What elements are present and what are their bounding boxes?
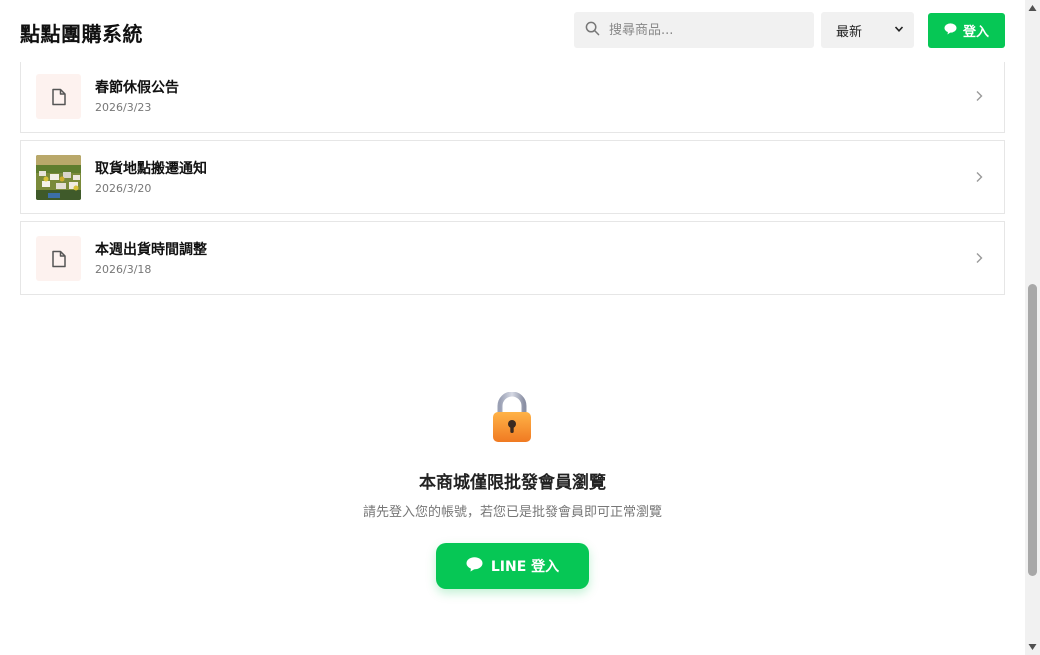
login-button-label: 登入 [962,25,989,40]
line-login-button[interactable]: LINE 登入 [436,543,589,589]
login-button[interactable]: 登入 [928,13,1005,48]
chevron-right-icon [976,172,983,182]
announcement-title: 春節休假公告 [95,80,179,96]
search-box[interactable] [574,12,814,48]
announcement-item[interactable]: 本週出貨時間調整 2026/3/18 [20,221,1005,295]
announcement-date: 2026/3/20 [95,182,152,195]
photo-thumbnail [36,155,81,200]
chevron-right-icon [976,91,983,101]
document-icon [36,74,81,119]
chevron-down-icon [894,23,904,38]
locked-subtitle: 請先登入您的帳號，若您已是批發會員即可正常瀏覽 [362,505,662,520]
announcement-item[interactable]: 春節休假公告 2026/3/23 [20,59,1005,133]
announcement-date: 2026/3/18 [95,263,152,276]
announcement-item[interactable]: 取貨地點搬遷通知 2026/3/20 [20,140,1005,214]
sort-select[interactable]: 最新 [821,12,914,48]
search-icon [585,21,600,40]
scrollbar-thumb[interactable] [1028,284,1037,576]
site-title: 點點團購系統 [20,22,143,46]
line-login-label: LINE 登入 [490,559,560,575]
page: 點點團購系統 最新 登入 春節休假公告 2026/3/23 [0,0,1040,655]
chat-bubble-icon [466,556,483,576]
vertical-scrollbar[interactable] [1025,0,1040,655]
locked-title: 本商城僅限批發會員瀏覽 [419,473,606,493]
chevron-right-icon [976,253,983,263]
scroll-up-arrow-icon[interactable] [1028,4,1037,12]
sort-selected-value: 最新 [836,24,863,40]
announcement-title: 取貨地點搬遷通知 [95,161,207,177]
scroll-down-arrow-icon[interactable] [1028,643,1037,651]
announcement-date: 2026/3/23 [95,101,152,114]
document-icon [36,236,81,281]
lock-icon [493,392,531,442]
top-bar: 點點團購系統 最新 登入 [0,0,1025,62]
chat-bubble-icon [944,22,957,39]
search-input[interactable] [607,21,807,39]
announcement-title: 本週出貨時間調整 [95,242,207,258]
